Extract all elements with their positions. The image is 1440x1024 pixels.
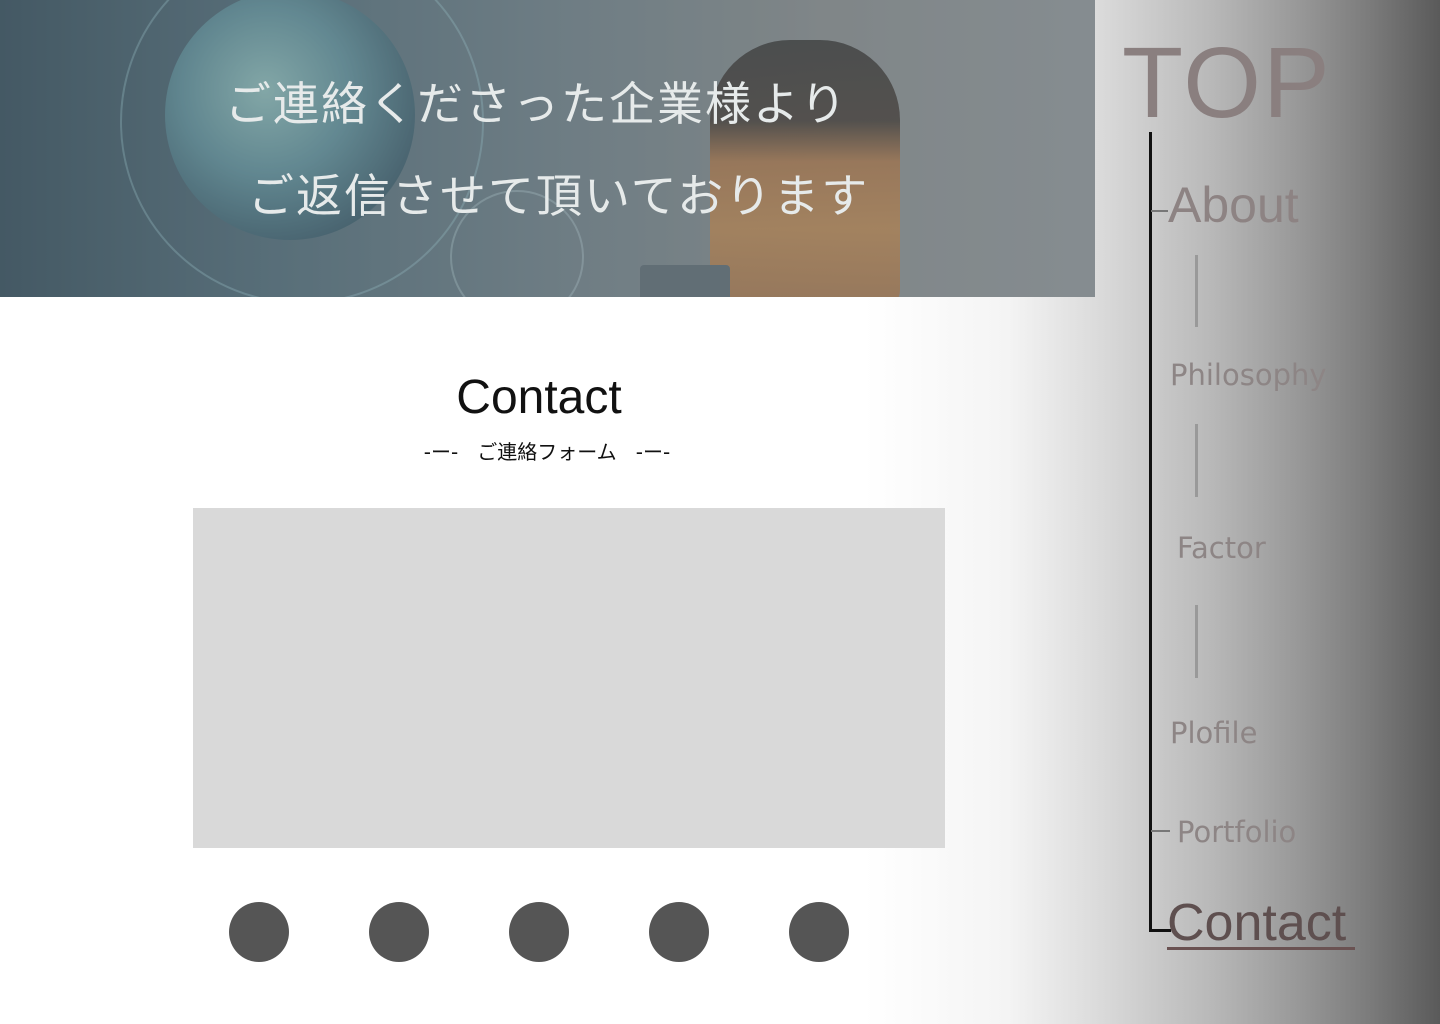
contact-title: Contact xyxy=(456,371,622,424)
hero-heading-line-2: ご返信させて頂いております xyxy=(248,169,870,223)
nav-sub-line xyxy=(1195,605,1198,678)
nav-item-profile[interactable]: Plofile xyxy=(1170,716,1257,750)
social-icon-1[interactable] xyxy=(229,902,289,962)
nav-item-factor[interactable]: Factor xyxy=(1177,531,1266,565)
hero-banner: ご連絡くださった企業様より ご返信させて頂いております xyxy=(0,0,1095,297)
nav-item-about[interactable]: About xyxy=(1168,176,1299,234)
social-icon-4[interactable] xyxy=(649,902,709,962)
hero-heading-line-1: ご連絡くださった企業様より xyxy=(225,77,849,131)
active-indicator xyxy=(1167,947,1355,950)
nav-branch xyxy=(1151,830,1170,832)
nav-sub-line xyxy=(1195,424,1198,497)
hero-overlay xyxy=(0,0,1095,297)
nav-item-portfolio[interactable]: Portfolio xyxy=(1177,815,1296,849)
nav-item-philosophy[interactable]: Philosophy xyxy=(1170,358,1327,392)
nav-branch xyxy=(1151,210,1168,212)
social-icon-5[interactable] xyxy=(789,902,849,962)
nav-tree-line xyxy=(1149,132,1152,932)
nav-sub-line xyxy=(1195,255,1198,327)
contact-subtitle: -ー- ご連絡フォーム -ー- xyxy=(423,440,671,464)
social-icon-2[interactable] xyxy=(369,902,429,962)
nav-item-top[interactable]: TOP xyxy=(1122,28,1332,138)
contact-form-area[interactable] xyxy=(193,508,945,848)
social-icon-3[interactable] xyxy=(509,902,569,962)
nav-item-contact[interactable]: Contact xyxy=(1167,893,1346,953)
